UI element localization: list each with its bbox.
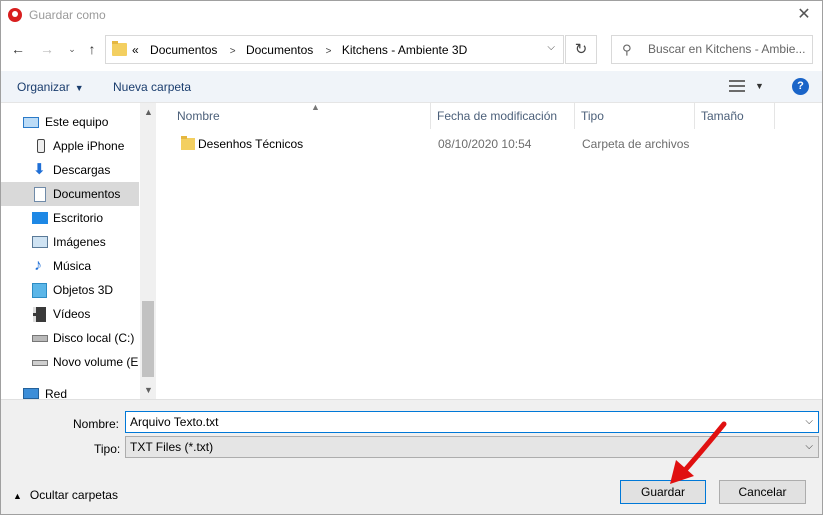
desktop-icon bbox=[32, 212, 48, 224]
drive-icon bbox=[32, 360, 48, 366]
caret-up-icon: ▲ bbox=[13, 491, 22, 501]
breadcrumb-item[interactable]: Documentos bbox=[150, 43, 217, 57]
music-icon: ♪ bbox=[34, 257, 42, 274]
file-type-value: TXT Files (*.txt) bbox=[130, 440, 214, 454]
file-type-label: Tipo: bbox=[94, 442, 121, 456]
caret-down-icon: ▼ bbox=[74, 83, 84, 93]
pictures-icon bbox=[32, 236, 48, 248]
sidebar-item-documentos[interactable]: Documentos bbox=[1, 182, 139, 206]
chevron-down-icon[interactable]: ⌵ bbox=[805, 416, 813, 427]
scroll-up-icon[interactable]: ▲ bbox=[144, 107, 153, 117]
sidebar-scrollbar[interactable]: ▲ ▼ bbox=[140, 103, 156, 399]
sort-ascending-icon: ▲ bbox=[311, 102, 320, 112]
sidebar-item-label: Novo volume (E: bbox=[53, 355, 139, 369]
folder-icon bbox=[112, 41, 127, 56]
hide-folders-label: Ocultar carpetas bbox=[29, 488, 118, 502]
sidebar-item-videos[interactable]: Vídeos bbox=[1, 302, 139, 326]
organize-label: Organizar bbox=[17, 80, 70, 94]
downloads-icon: ⬇ bbox=[33, 161, 46, 178]
organize-button[interactable]: Organizar ▼ bbox=[17, 80, 84, 94]
new-folder-button[interactable]: Nueva carpeta bbox=[113, 80, 191, 94]
close-icon[interactable]: ✕ bbox=[794, 5, 814, 25]
breadcrumb-item[interactable]: Documentos bbox=[246, 43, 313, 57]
sidebar-item-label: Objetos 3D bbox=[53, 283, 114, 297]
sidebar-item-descargas[interactable]: ⬇ Descargas bbox=[1, 158, 139, 182]
column-header-date[interactable]: Fecha de modificación bbox=[431, 103, 575, 129]
sidebar-item-label: Red bbox=[45, 387, 68, 399]
scroll-down-icon[interactable]: ▼ bbox=[144, 385, 153, 395]
objects-3d-icon bbox=[32, 283, 47, 298]
navigation-bar: ← → ⌄ ↑ « Documentos > Documentos > Kitc… bbox=[1, 31, 822, 69]
command-toolbar: Organizar ▼ Nueva carpeta ▼ ? bbox=[1, 71, 822, 103]
file-row[interactable]: Desenhos Técnicos 08/10/2020 10:54 Carpe… bbox=[172, 133, 702, 155]
sidebar-item-imagenes[interactable]: Imágenes bbox=[1, 230, 139, 254]
sidebar-item-red[interactable]: Red bbox=[1, 382, 139, 399]
documents-icon bbox=[34, 187, 46, 202]
sidebar-item-apple-iphone[interactable]: Apple iPhone bbox=[1, 134, 139, 158]
back-arrow-icon[interactable]: ← bbox=[9, 40, 27, 58]
sidebar-item-label: Documentos bbox=[53, 187, 121, 201]
folder-icon bbox=[181, 136, 195, 150]
sidebar-item-label: Este equipo bbox=[45, 115, 109, 129]
file-type: Carpeta de archivos bbox=[582, 137, 690, 151]
computer-icon bbox=[23, 117, 39, 128]
sidebar-item-label: Imágenes bbox=[53, 235, 106, 249]
network-icon bbox=[23, 388, 39, 399]
view-options-icon[interactable] bbox=[729, 80, 745, 92]
sidebar-item-label: Vídeos bbox=[53, 307, 91, 321]
breadcrumb: « Documentos > Documentos > Kitchens - A… bbox=[132, 43, 469, 57]
sidebar-item-label: Descargas bbox=[53, 163, 111, 177]
refresh-button[interactable]: ↻ bbox=[565, 35, 597, 64]
file-date: 08/10/2020 10:54 bbox=[438, 137, 532, 151]
caret-down-icon[interactable]: ▼ bbox=[755, 81, 764, 91]
column-header-type[interactable]: Tipo bbox=[575, 103, 695, 129]
sidebar-item-disco-local[interactable]: Disco local (C:) bbox=[1, 326, 139, 350]
column-header-name[interactable]: Nombre ▲ bbox=[171, 102, 431, 129]
sidebar-item-label: Apple iPhone bbox=[53, 139, 125, 153]
recent-locations-chevron-icon[interactable]: ⌄ bbox=[63, 40, 81, 58]
file-list: Nombre ▲ Fecha de modificación Tipo Tama… bbox=[157, 102, 822, 399]
save-as-dialog: Guardar como ✕ ← → ⌄ ↑ « Documentos > Do… bbox=[0, 0, 823, 515]
refresh-icon: ↻ bbox=[574, 41, 588, 58]
sidebar-item-label: Música bbox=[53, 259, 92, 273]
sidebar-item-objetos-3d[interactable]: Objetos 3D bbox=[1, 278, 139, 302]
sidebar-item-label: Disco local (C:) bbox=[53, 331, 135, 345]
videos-icon bbox=[33, 307, 46, 322]
sidebar-item-este-equipo[interactable]: Este equipo bbox=[1, 110, 139, 134]
sidebar-item-escritorio[interactable]: Escritorio bbox=[1, 206, 139, 230]
annotation-arrow-icon bbox=[670, 421, 727, 484]
phone-icon bbox=[37, 139, 45, 153]
title-bar: Guardar como ✕ bbox=[1, 1, 822, 31]
up-arrow-icon[interactable]: ↑ bbox=[83, 40, 101, 58]
scroll-thumb[interactable] bbox=[142, 301, 154, 377]
breadcrumb-overflow[interactable]: « bbox=[132, 43, 139, 57]
app-icon bbox=[8, 8, 22, 22]
sidebar-item-musica[interactable]: ♪ Música bbox=[1, 254, 139, 278]
file-name-label: Nombre: bbox=[73, 417, 120, 431]
chevron-right-icon[interactable]: > bbox=[326, 46, 332, 57]
chevron-down-icon[interactable]: ⌵ bbox=[547, 42, 555, 53]
window-title: Guardar como bbox=[29, 8, 106, 22]
forward-arrow-icon[interactable]: → bbox=[38, 40, 56, 58]
navigation-pane: Este equipo Apple iPhone ⬇ Descargas Doc… bbox=[1, 103, 156, 399]
breadcrumb-item[interactable]: Kitchens - Ambiente 3D bbox=[342, 43, 467, 57]
chevron-right-icon[interactable]: > bbox=[230, 46, 236, 57]
column-header-size[interactable]: Tamaño bbox=[695, 103, 775, 129]
sidebar-item-label: Escritorio bbox=[53, 211, 104, 225]
chevron-down-icon[interactable]: ⌵ bbox=[805, 441, 813, 452]
help-icon[interactable]: ? bbox=[792, 78, 809, 95]
search-icon: ⚲ bbox=[622, 42, 632, 57]
file-name: Desenhos Técnicos bbox=[198, 137, 304, 151]
sidebar-item-novo-volume[interactable]: Novo volume (E: bbox=[1, 350, 139, 374]
hide-folders-toggle[interactable]: ▲ Ocultar carpetas bbox=[13, 488, 118, 502]
search-box[interactable]: ⚲ bbox=[611, 35, 813, 64]
search-input[interactable] bbox=[648, 42, 808, 56]
local-disk-icon bbox=[32, 335, 48, 342]
column-header-label: Nombre bbox=[177, 109, 220, 123]
address-bar[interactable]: « Documentos > Documentos > Kitchens - A… bbox=[105, 35, 564, 64]
